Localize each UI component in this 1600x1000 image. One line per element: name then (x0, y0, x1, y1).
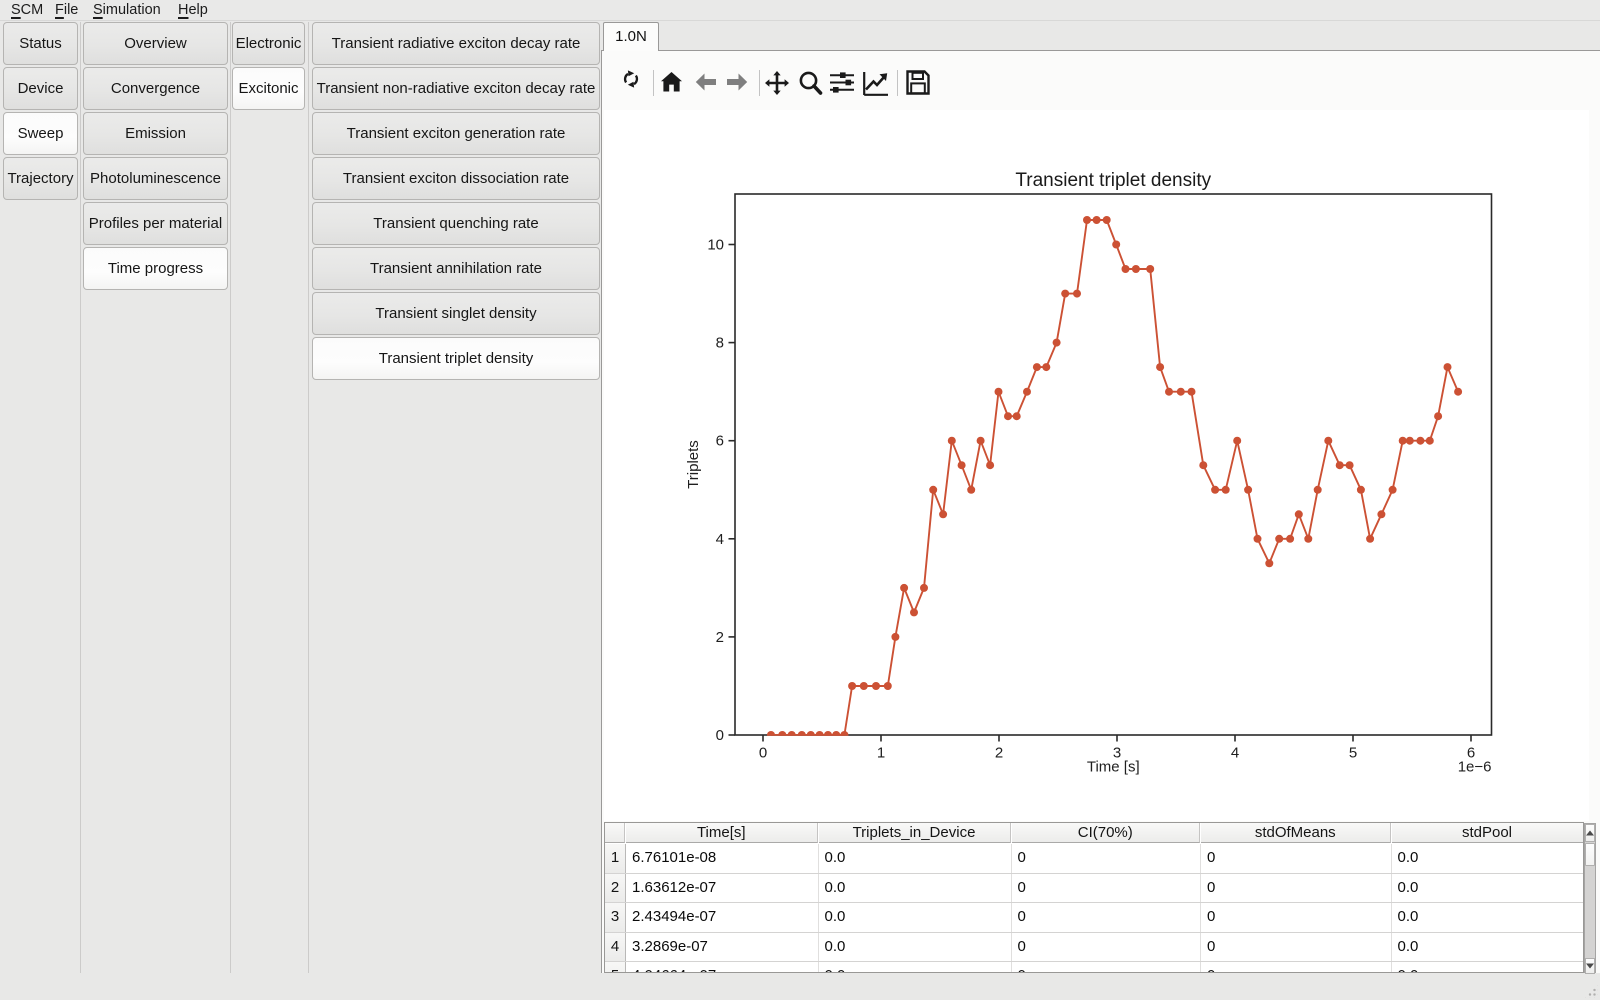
svg-text:1e−6: 1e−6 (1458, 759, 1492, 776)
svg-text:1: 1 (877, 745, 885, 762)
svg-text:0: 0 (716, 727, 724, 744)
svg-text:4: 4 (1231, 745, 1239, 762)
svg-text:2: 2 (995, 745, 1003, 762)
svg-text:5: 5 (1349, 745, 1357, 762)
svg-text:0: 0 (759, 745, 767, 762)
svg-text:8: 8 (716, 335, 724, 352)
svg-text:Transient triplet density: Transient triplet density (1015, 170, 1211, 191)
svg-text:10: 10 (707, 237, 724, 254)
svg-text:4: 4 (716, 531, 724, 548)
svg-text:6: 6 (716, 433, 724, 450)
svg-text:2: 2 (716, 629, 724, 646)
svg-text:Triplets: Triplets (685, 440, 702, 489)
svg-text:Time [s]: Time [s] (1087, 759, 1140, 776)
